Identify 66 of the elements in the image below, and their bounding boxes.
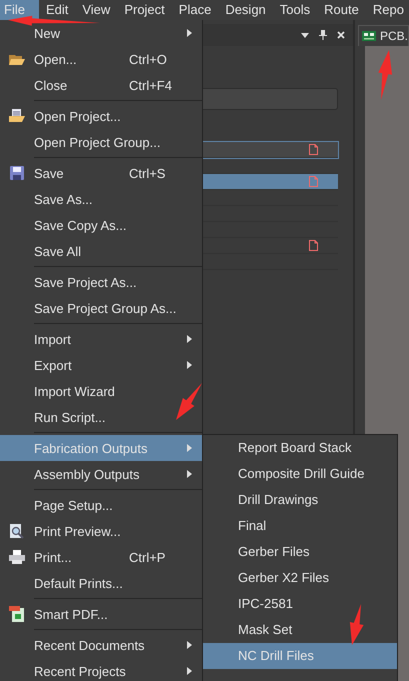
menu-item[interactable]: IPC-2581 [203, 591, 397, 617]
menu-item[interactable]: Page Setup... [0, 492, 202, 518]
menu-item[interactable]: Open... Ctrl+O [0, 46, 202, 72]
submenu-arrow-icon [187, 470, 192, 478]
menu-bar-item[interactable]: View [75, 0, 118, 20]
submenu-arrow-icon [187, 641, 192, 649]
dropdown-icon[interactable] [300, 31, 309, 39]
annotation-arrow [378, 50, 392, 100]
menu-item[interactable]: Export [0, 352, 202, 378]
menu-item[interactable]: Save As... [0, 186, 202, 212]
submenu-arrow-icon [187, 667, 192, 675]
menu-item[interactable]: Open Project... [0, 103, 202, 129]
menu-item[interactable]: Report Board Stack [203, 435, 397, 461]
annotation-arrow [176, 383, 202, 420]
circuit-board-icon [362, 31, 376, 41]
menu-bar-item[interactable]: Tools [272, 0, 318, 20]
menu-item[interactable]: Drill Drawings [203, 487, 397, 513]
menu-item[interactable]: Import Wizard [0, 378, 202, 404]
printer-icon [9, 550, 25, 564]
close-icon[interactable] [336, 31, 345, 39]
shortcut-text: Ctrl+O [129, 52, 167, 66]
menu-item[interactable]: Import [0, 326, 202, 352]
menu-item[interactable]: Default Prints... [0, 570, 202, 596]
menu-item[interactable]: Save Copy As... [0, 212, 202, 238]
menu-item[interactable]: Final [203, 513, 397, 539]
magnifier-page-icon [10, 524, 24, 538]
menu-item[interactable]: Run Script... [0, 404, 202, 430]
shortcut-text: Ctrl+S [129, 166, 166, 180]
menu-item[interactable]: Composite Drill Guide [203, 461, 397, 487]
menu-item[interactable]: Recent Documents [0, 632, 202, 658]
document-icon [308, 240, 318, 251]
menu-bar-item[interactable]: Project [117, 0, 172, 20]
shortcut-text: Ctrl+F4 [129, 78, 172, 92]
menu-item[interactable]: Save Project As... [0, 269, 202, 295]
menu-item[interactable]: Recent Projects [0, 658, 202, 681]
menu-item[interactable]: Save All [0, 238, 202, 264]
document-icon [308, 144, 318, 155]
shortcut-text: Ctrl+P [129, 550, 166, 564]
menu-item[interactable]: Save Project Group As... [0, 295, 202, 321]
menu-bar-item[interactable]: Route [317, 0, 366, 20]
submenu-arrow-icon [187, 444, 192, 452]
pdf-document-icon [9, 606, 25, 622]
annotation-arrow [350, 604, 364, 645]
menu-item[interactable]: Smart PDF... [0, 601, 202, 627]
menu-bar-item[interactable]: Design [218, 0, 273, 20]
menu-item[interactable]: Print Preview... [0, 518, 202, 544]
menu-item[interactable]: Gerber X2 Files [203, 565, 397, 591]
menu-item[interactable]: Print... Ctrl+P [0, 544, 202, 570]
menu-item[interactable]: Save Ctrl+S [0, 160, 202, 186]
submenu-arrow-icon [187, 29, 192, 37]
document-icon [308, 176, 318, 187]
menu-bar-item[interactable]: Edit [38, 0, 76, 20]
submenu-arrow-icon [187, 335, 192, 343]
menu-item[interactable]: Gerber Files [203, 539, 397, 565]
document-tab[interactable]: PCB. [358, 25, 409, 46]
menu-bar-item[interactable]: Place [172, 0, 218, 20]
menu-item[interactable]: Open Project Group... [0, 129, 202, 155]
menu-item[interactable]: New [0, 20, 202, 46]
folder-document-icon [9, 109, 25, 123]
menu-item[interactable]: Mask Set [203, 617, 397, 643]
menu-item[interactable]: Close Ctrl+F4 [0, 72, 202, 98]
menu-item[interactable]: Assembly Outputs [0, 461, 202, 487]
submenu-arrow-icon [187, 361, 192, 369]
folder-icon [9, 52, 25, 66]
menu-bar-item[interactable]: Repo [366, 0, 409, 20]
pin-icon[interactable] [318, 30, 327, 40]
